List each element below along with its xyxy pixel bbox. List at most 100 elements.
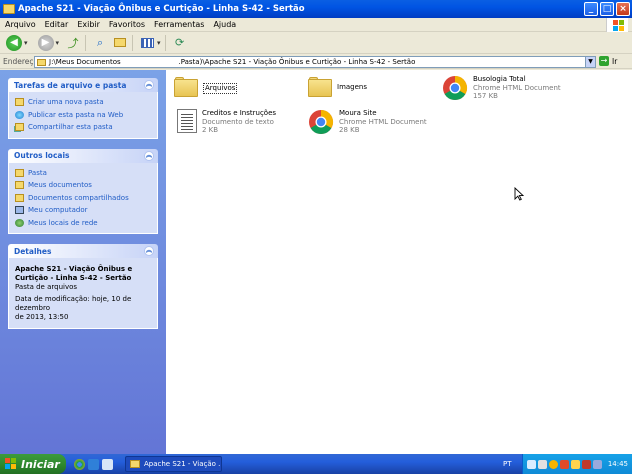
taskbar-window-label: Apache S21 - Viação ... [144,460,222,468]
menu-editar[interactable]: Editar [40,20,73,29]
task-label: Publicar esta pasta na Web [28,110,124,119]
explorer-window: Apache S21 - Viação Ônibus e Curtição - … [0,0,632,454]
file-item-imagens[interactable]: Imagens [308,77,367,97]
place-label: Meu computador [28,206,88,215]
collapse-icon[interactable]: ︽ [144,150,154,161]
views-button[interactable] [139,35,155,51]
ie-quicklaunch-icon[interactable] [88,458,99,470]
computer-icon [15,206,24,215]
menu-bar: Arquivo Editar Exibir Favoritos Ferramen… [0,18,632,32]
file-name: Imagens [337,83,368,91]
back-button[interactable]: ◀ [6,34,22,51]
folders-button[interactable] [112,35,128,51]
file-item-busologia-total[interactable]: Busologia Total Chrome HTML Document 157… [442,75,561,101]
file-item-creditos[interactable]: Creditos e Instruções Documento de texto… [175,109,276,135]
task-share-folder[interactable]: Compartilhar esta pasta [15,121,151,134]
desktop-quicklaunch-icon[interactable] [102,458,113,470]
panel-title: Outros locais [14,151,70,160]
security-tray-icon[interactable] [571,459,580,469]
folder-icon [130,460,140,468]
go-button[interactable]: → Ir [599,56,617,66]
mouse-cursor-icon [514,187,524,201]
search-button[interactable]: ⌕ [92,35,108,51]
collapse-icon[interactable]: ︽ [144,80,154,90]
network-icon [15,218,24,227]
file-item-arquivos[interactable]: Arquivos [174,77,238,97]
task-publish-web[interactable]: Publicar esta pasta na Web [15,109,151,122]
menu-favoritos[interactable]: Favoritos [104,20,149,29]
forward-button[interactable]: ▶ [37,34,54,51]
language-indicator[interactable]: PT [503,460,512,468]
close-button[interactable]: × [616,2,630,16]
menu-exibir[interactable]: Exibir [72,20,104,29]
tray-arrow-icon[interactable] [527,459,536,469]
place-pasta[interactable]: Pasta [15,167,151,180]
toolbar-separator [164,34,166,51]
sync-icon[interactable]: ⟳ [172,35,188,51]
taskbar-window-button[interactable]: Apache S21 - Viação ... [125,456,222,472]
chrome-quicklaunch-icon[interactable] [74,458,85,470]
address-input[interactable]: J:\Meus Documentos .Pasta)\Apache S21 - … [34,56,596,68]
volume-tray-icon[interactable] [593,459,602,469]
collapse-icon[interactable]: ︽ [144,246,154,256]
place-my-documents[interactable]: Meus documentos [15,179,151,192]
file-name: Busologia Total [473,75,526,83]
chevron-down-icon[interactable]: ▼ [585,57,595,67]
clock[interactable]: 14:45 [608,460,628,468]
places-panel-header[interactable]: Outros locais ︽ [8,148,158,163]
minimize-button[interactable]: _ [584,2,598,16]
tasks-panel: Tarefas de arquivo e pasta ︽ Criar uma n… [8,78,158,139]
back-dropdown-icon[interactable]: ▾ [24,39,28,47]
details-panel-header[interactable]: Detalhes ︽ [8,244,158,258]
network-tray-icon[interactable] [538,459,547,469]
task-pane: Tarefas de arquivo e pasta ︽ Criar uma n… [0,70,166,454]
details-modified-line1: Data de modificação: hoje, 10 de dezembr… [15,295,132,312]
taskbar: Iniciar Apache S21 - Viação ... PT 14:45 [0,454,632,474]
task-new-folder[interactable]: Criar uma nova pasta [15,96,151,109]
start-button[interactable]: Iniciar [0,454,66,474]
antivirus-tray-icon[interactable] [560,459,569,469]
views-dropdown-icon[interactable]: ▾ [157,39,161,47]
go-label: Ir [612,56,618,66]
title-bar[interactable]: Apache S21 - Viação Ônibus e Curtição - … [0,0,632,18]
menu-ferramentas[interactable]: Ferramentas [149,20,208,29]
shield-tray-icon[interactable] [582,459,591,469]
address-label: Endereço [3,57,39,66]
menu-ajuda[interactable]: Ajuda [208,20,240,29]
folder-icon [37,58,46,66]
system-tray: 14:45 [522,454,632,474]
address-value: J:\Meus Documentos .Pasta)\Apache S21 - … [49,58,416,66]
file-name: Arquivos [203,83,238,94]
windows-logo-icon [5,458,17,470]
menu-arquivo[interactable]: Arquivo [0,20,40,29]
file-item-moura-site[interactable]: Moura Site Chrome HTML Document 28 KB [308,109,427,135]
details-panel: Detalhes ︽ Apache S21 - Viação Ônibus e … [8,244,158,329]
chrome-tray-icon[interactable] [549,459,558,469]
tasks-panel-header[interactable]: Tarefas de arquivo e pasta ︽ [8,78,158,92]
file-type: Chrome HTML Document [473,83,561,92]
my-documents-icon [15,181,24,190]
folder-icon [308,77,332,97]
quick-launch [74,458,113,470]
maximize-button[interactable]: □ [600,2,614,16]
file-size: 2 KB [202,126,219,134]
up-folder-button[interactable]: ⤴ [65,35,81,51]
places-panel: Outros locais ︽ Pasta Meus documentos Do… [8,148,158,234]
file-size: 28 KB [339,126,360,134]
toolbar-separator [132,34,134,51]
place-label: Meus documentos [28,181,92,190]
details-name-line1: Apache S21 - Viação Ônibus e [15,265,133,273]
place-label: Pasta [28,168,47,177]
place-shared-documents[interactable]: Documentos compartilhados [15,192,151,205]
file-name: Moura Site [339,109,377,117]
details-name-line2: Curtição - Linha S-42 - Sertão [15,274,132,282]
place-my-computer[interactable]: Meu computador [15,204,151,217]
start-label: Iniciar [21,457,60,471]
address-bar: Endereço J:\Meus Documentos .Pasta)\Apac… [0,55,632,69]
forward-dropdown-icon[interactable]: ▾ [56,39,60,47]
place-network[interactable]: Meus locais de rede [15,217,151,230]
shared-documents-icon [15,193,24,202]
file-list[interactable]: Arquivos Imagens Busologia Total Chrome … [166,70,632,454]
folder-icon [3,4,15,14]
details-type: Pasta de arquivos [15,283,78,291]
